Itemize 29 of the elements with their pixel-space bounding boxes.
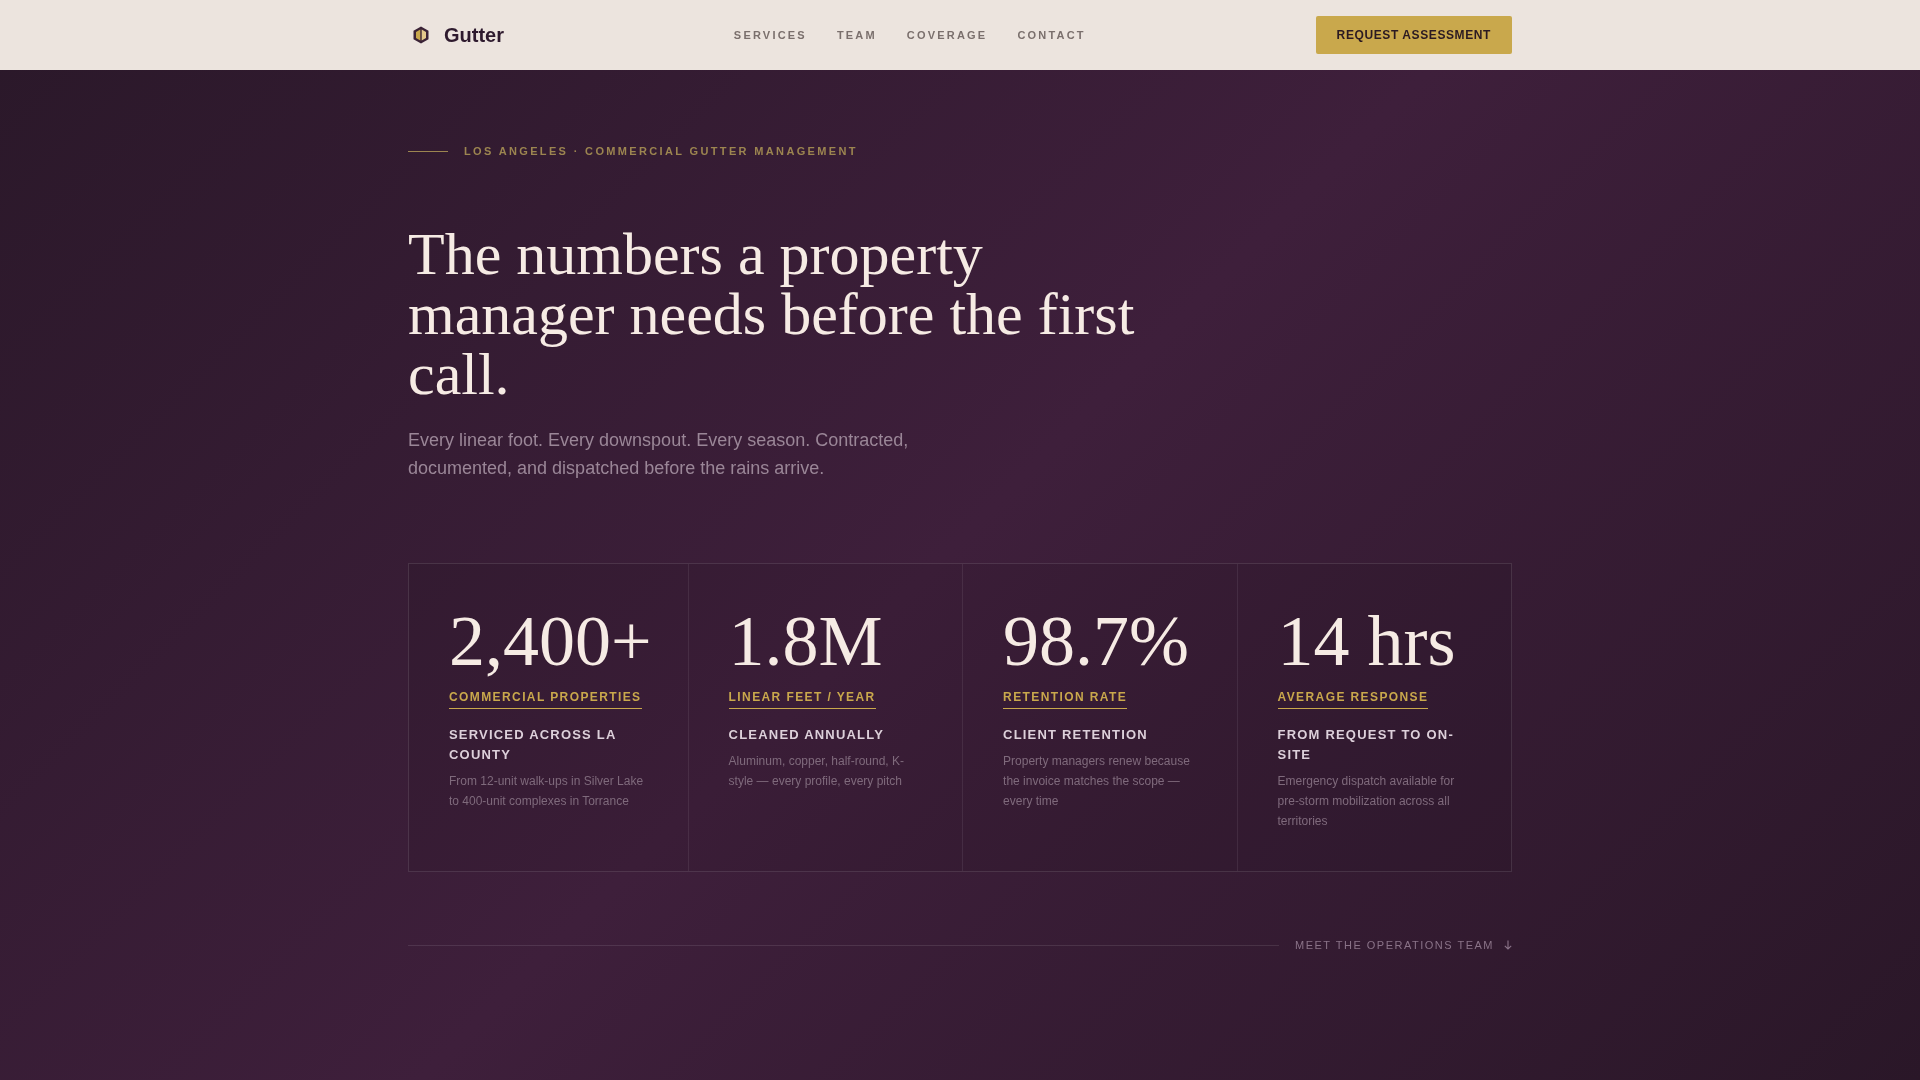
stat-title: CLIENT RETENTION — [1003, 726, 1149, 744]
brand-name[interactable]: Gutter — [444, 23, 504, 47]
stat-title: FROM REQUEST TO ON-SITE — [1277, 726, 1455, 764]
stat-value: 98.7% — [1003, 605, 1191, 677]
stat-value: 1.8M — [728, 605, 884, 677]
stat-title: CLEANED ANNUALLY — [728, 726, 886, 744]
stat-label: LINEAR FEET / YEAR — [728, 689, 876, 709]
stat-title: SERVICED ACROSS LA COUNTY — [449, 726, 618, 764]
hero-heading: The numbers a property manager needs before the first call. — [408, 224, 1136, 404]
nav-link[interactable]: CONTACT — [1017, 27, 1086, 43]
down-arrow-icon — [1504, 940, 1512, 950]
eyebrow-text: LOS ANGELES · COMMERCIAL GUTTER MANAGEMENT — [464, 144, 858, 159]
nav-link[interactable]: TEAM — [836, 27, 877, 43]
stat-label: RETENTION RATE — [1003, 689, 1128, 709]
accent-line — [408, 150, 448, 152]
stat-label: AVERAGE RESPONSE — [1277, 689, 1429, 709]
stat-label: COMMERCIAL PROPERTIES — [449, 689, 642, 709]
stat-description: Aluminum, copper, half-round, K-style — every profile, every pitch — [728, 753, 906, 790]
team-link[interactable]: MEET THE OPERATIONS TEAM — [1295, 937, 1512, 953]
nav-link[interactable]: COVERAGE — [906, 27, 988, 43]
stat-value: 14 hrs — [1277, 605, 1457, 677]
stat-value: 2,400+ — [449, 605, 652, 677]
stat-description: From 12-unit walk-ups in Silver Lake to 400-unit complexes in Torrance — [449, 773, 645, 810]
request-assessment-button[interactable]: REQUEST ASSESSMENT — [1315, 16, 1512, 54]
nav-link[interactable]: SERVICES — [733, 27, 807, 43]
hexagon-logo-icon — [412, 26, 430, 44]
stat-description: Property managers renew because the invoice matches the scope — every time — [1003, 753, 1191, 810]
hero-subtitle: Every linear foot. Every downspout. Every season. Contracted, documented, and dispatched before the rains arrive. — [408, 429, 910, 480]
stat-description: Emergency dispatch available for pre-storm mobilization across all territories — [1277, 773, 1456, 830]
